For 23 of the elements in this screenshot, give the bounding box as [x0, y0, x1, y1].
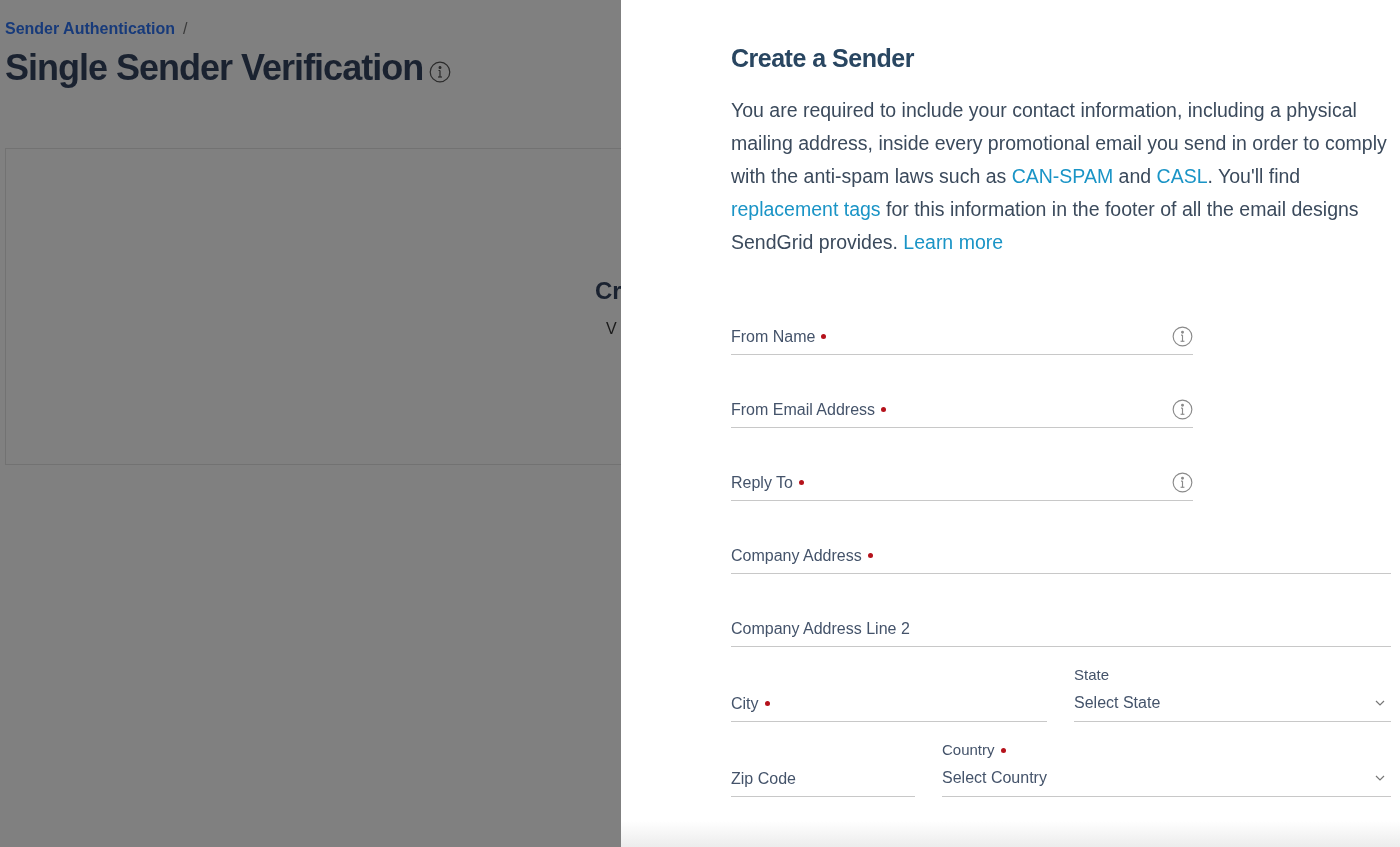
input-field[interactable]: Zip Code [731, 761, 915, 797]
info-icon[interactable] [429, 61, 452, 83]
intro-paragraph: You are required to include your contact information, including a physical mailing address, inside every promotional email you send in order to comply with the anti-spam laws such as CAN-SPAM and CASL. You'll find replacement tags for this information in the footer of all the email designs SendGrid provides. Learn more [731, 98, 1388, 255]
input-field[interactable]: Company Address Line 2 [731, 611, 1391, 647]
info-icon[interactable] [1172, 399, 1193, 420]
input-field[interactable]: From Email Address [731, 392, 1193, 428]
info-icon[interactable] [1172, 472, 1193, 493]
select-field[interactable]: State Select State [1074, 665, 1391, 722]
input-field[interactable]: Company Address [731, 538, 1391, 574]
card-heading: Cr [595, 276, 621, 306]
inline-link[interactable]: replacement tags [731, 198, 881, 220]
input-field[interactable]: From Name [731, 319, 1193, 355]
chevron-down-icon [1375, 700, 1385, 706]
select-field[interactable]: Country Select Country [942, 740, 1391, 797]
input-field[interactable]: Reply To [731, 465, 1193, 501]
card-text: V [606, 319, 617, 339]
panel-title: Create a Sender [731, 43, 915, 74]
inline-link[interactable]: Learn more [903, 231, 1004, 253]
page-title: Single Sender Verification [5, 46, 424, 90]
input-field[interactable]: City [731, 686, 1047, 722]
breadcrumb-separator: / [183, 19, 188, 39]
info-icon[interactable] [1172, 326, 1193, 347]
chevron-down-icon [1375, 775, 1385, 781]
